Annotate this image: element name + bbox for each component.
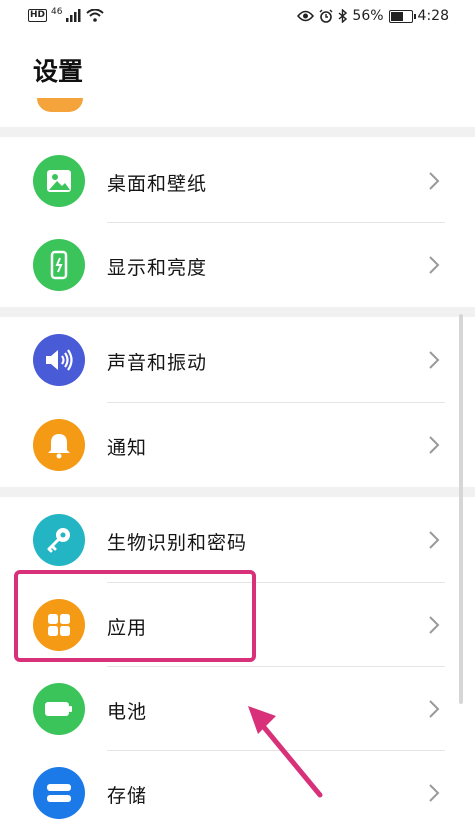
- scrollbar[interactable]: [459, 314, 463, 704]
- partial-item-icon: [37, 98, 83, 112]
- alarm-icon: [319, 9, 333, 23]
- eye-icon: [297, 10, 315, 22]
- storage-icon: [33, 767, 85, 819]
- battery-icon: [33, 683, 85, 735]
- battery-status-icon: [388, 9, 416, 23]
- clock: 4:28: [417, 8, 449, 24]
- group-separator: [0, 487, 475, 497]
- settings-item-label: 生物识别和密码: [107, 532, 248, 554]
- display-icon: [33, 239, 85, 291]
- settings-item-wallpaper[interactable]: 桌面和壁纸: [0, 139, 475, 223]
- settings-item-label: 电池: [107, 701, 148, 723]
- chevron-right-icon: [429, 531, 440, 549]
- chevron-right-icon: [429, 436, 440, 454]
- key-icon: [33, 514, 85, 566]
- settings-item-sound[interactable]: 声音和振动: [0, 318, 475, 402]
- settings-item-label: 桌面和壁纸: [107, 173, 208, 195]
- chevron-right-icon: [429, 616, 440, 634]
- bell-icon: [33, 419, 85, 471]
- highlight-box: [14, 570, 256, 662]
- chevron-right-icon: [429, 700, 440, 718]
- page-title: 设置: [33, 57, 84, 86]
- group-separator: [0, 307, 475, 317]
- hd-badge: HD: [28, 9, 48, 22]
- settings-item-label: 通知: [107, 437, 148, 459]
- settings-item-label: 存储: [107, 785, 148, 807]
- settings-item-notifications[interactable]: 通知: [0, 403, 475, 487]
- chevron-right-icon: [429, 256, 440, 274]
- settings-item-display[interactable]: 显示和亮度: [0, 223, 475, 307]
- status-right: 56% 4:28: [297, 8, 449, 24]
- sound-icon: [33, 334, 85, 386]
- settings-item-label: 声音和振动: [107, 352, 208, 374]
- chevron-right-icon: [429, 351, 440, 369]
- status-left: HD 46: [28, 6, 105, 22]
- bluetooth-icon: [338, 9, 348, 23]
- status-bar: HD 46 56% 4:28: [0, 0, 475, 34]
- group-separator: [0, 127, 475, 137]
- wifi-icon: [86, 9, 105, 22]
- battery-percent: 56%: [352, 8, 384, 24]
- chevron-right-icon: [429, 172, 440, 190]
- wallpaper-icon: [33, 155, 85, 207]
- signal-icon: [66, 9, 81, 22]
- annotation-arrow-icon: [248, 706, 323, 798]
- network-type: 46: [51, 6, 63, 17]
- chevron-right-icon: [429, 784, 440, 802]
- settings-item-label: 显示和亮度: [107, 257, 208, 279]
